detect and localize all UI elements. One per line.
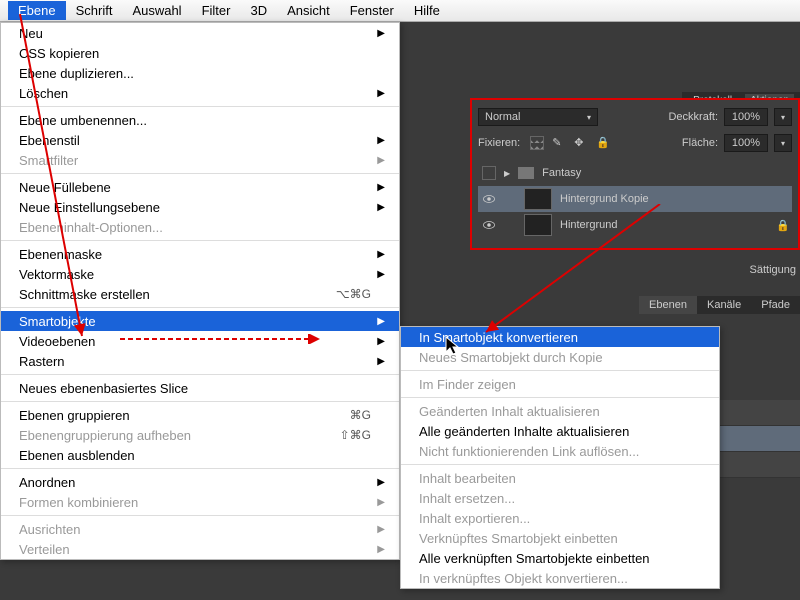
menu-item[interactable]: Smartobjekte▶	[1, 311, 399, 331]
submenu-arrow-icon: ▶	[377, 249, 385, 260]
dropdown-ebene: Neu▶CSS kopierenEbene duplizieren...Lösc…	[0, 22, 400, 560]
submenu-smartobjekte: In Smartobjekt konvertierenNeues Smartob…	[400, 326, 720, 589]
submenu-item: In verknüpftes Objekt konvertieren...	[401, 568, 719, 588]
menu-item: Formen kombinieren▶	[1, 492, 399, 512]
visibility-icon[interactable]	[482, 192, 496, 206]
menu-ebene[interactable]: Ebene	[8, 1, 66, 20]
submenu-item: Neues Smartobjekt durch Kopie	[401, 347, 719, 367]
tab-pfade[interactable]: Pfade	[751, 296, 800, 314]
menu-auswahl[interactable]: Auswahl	[122, 1, 191, 20]
layer-name: Hintergrund Kopie	[560, 193, 649, 205]
fill-label: Fläche:	[682, 137, 718, 149]
menu-item[interactable]: Neues ebenenbasiertes Slice	[1, 378, 399, 398]
layer-thumb	[524, 214, 552, 236]
tab-kanaele[interactable]: Kanäle	[697, 296, 751, 314]
submenu-arrow-icon: ▶	[377, 336, 385, 347]
submenu-item: Geänderten Inhalt aktualisieren	[401, 401, 719, 421]
menu-ansicht[interactable]: Ansicht	[277, 1, 340, 20]
menu-item: Ebenengruppierung aufheben⇧⌘G	[1, 425, 399, 445]
layer-group-row[interactable]: ▶ Fantasy	[478, 160, 792, 186]
submenu-arrow-icon: ▶	[377, 269, 385, 280]
menu-item[interactable]: Ebene duplizieren...	[1, 63, 399, 83]
menu-item[interactable]: Ebenenmaske▶	[1, 244, 399, 264]
menu-item[interactable]: Ebenenstil▶	[1, 130, 399, 150]
fill-dropdown[interactable]: ▾	[774, 134, 792, 152]
menu-item[interactable]: CSS kopieren	[1, 43, 399, 63]
menu-item[interactable]: Anordnen▶	[1, 472, 399, 492]
lock-label: Fixieren:	[478, 137, 520, 149]
submenu-item[interactable]: Alle geänderten Inhalte aktualisieren	[401, 421, 719, 441]
lock-transparent-icon[interactable]	[530, 136, 544, 150]
opacity-label: Deckkraft:	[668, 111, 718, 123]
submenu-arrow-icon: ▶	[377, 524, 385, 535]
visibility-icon[interactable]	[482, 218, 496, 232]
lock-icon: 🔒	[776, 219, 788, 232]
submenu-item: Inhalt exportieren...	[401, 508, 719, 528]
submenu-item[interactable]: In Smartobjekt konvertieren	[401, 327, 719, 347]
tabs-ebenen: Ebenen Kanäle Pfade	[639, 296, 800, 314]
submenu-arrow-icon: ▶	[377, 88, 385, 99]
menu-item[interactable]: Ebenen ausblenden	[1, 445, 399, 465]
menu-item[interactable]: Löschen▶	[1, 83, 399, 103]
menu-item[interactable]: Rastern▶	[1, 351, 399, 371]
submenu-item: Verknüpftes Smartobjekt einbetten	[401, 528, 719, 548]
menu-item[interactable]: Neue Einstellungsebene▶	[1, 197, 399, 217]
submenu-arrow-icon: ▶	[377, 316, 385, 327]
submenu-item[interactable]: Alle verknüpften Smartobjekte einbetten	[401, 548, 719, 568]
blend-mode-select[interactable]: Normal▾	[478, 108, 598, 126]
menu-item[interactable]: Ebenen gruppieren⌘G	[1, 405, 399, 425]
checkbox[interactable]	[482, 166, 496, 180]
menubar: Ebene Schrift Auswahl Filter 3D Ansicht …	[0, 0, 800, 22]
opacity-dropdown[interactable]: ▾	[774, 108, 792, 126]
menu-hilfe[interactable]: Hilfe	[404, 1, 450, 20]
lock-brush-icon[interactable]: ✎	[552, 136, 566, 150]
menu-item: Ebeneninhalt-Optionen...	[1, 217, 399, 237]
folder-icon	[518, 167, 534, 179]
submenu-arrow-icon: ▶	[377, 544, 385, 555]
submenu-item: Inhalt bearbeiten	[401, 468, 719, 488]
menu-filter[interactable]: Filter	[192, 1, 241, 20]
layer-row[interactable]: Hintergrund 🔒	[478, 212, 792, 238]
lock-all-icon[interactable]: 🔒	[596, 136, 610, 150]
layer-name: Hintergrund	[560, 219, 617, 231]
opacity-value[interactable]: 100%	[724, 108, 768, 126]
menu-item[interactable]: Schnittmaske erstellen⌥⌘G	[1, 284, 399, 304]
tab-ebenen[interactable]: Ebenen	[639, 296, 697, 314]
layer-row-selected[interactable]: Hintergrund Kopie	[478, 186, 792, 212]
menu-item[interactable]: Videoebenen▶	[1, 331, 399, 351]
submenu-arrow-icon: ▶	[377, 155, 385, 166]
submenu-item: Im Finder zeigen	[401, 374, 719, 394]
submenu-arrow-icon: ▶	[377, 28, 385, 39]
menu-3d[interactable]: 3D	[240, 1, 277, 20]
submenu-item: Nicht funktionierenden Link auflösen...	[401, 441, 719, 461]
group-name: Fantasy	[542, 167, 581, 179]
submenu-arrow-icon: ▶	[377, 182, 385, 193]
menu-item: Ausrichten▶	[1, 519, 399, 539]
menu-item: Smartfilter▶	[1, 150, 399, 170]
submenu-arrow-icon: ▶	[377, 135, 385, 146]
layers-panel: Normal▾ Deckkraft: 100% ▾ Fixieren: ✎ ✥ …	[470, 98, 800, 250]
submenu-arrow-icon: ▶	[377, 497, 385, 508]
layer-thumb	[524, 188, 552, 210]
disclosure-icon[interactable]: ▶	[504, 169, 510, 178]
menu-item[interactable]: Vektormaske▶	[1, 264, 399, 284]
submenu-arrow-icon: ▶	[377, 356, 385, 367]
menu-item[interactable]: Neu▶	[1, 23, 399, 43]
menu-item[interactable]: Neue Füllebene▶	[1, 177, 399, 197]
submenu-arrow-icon: ▶	[377, 477, 385, 488]
submenu-item: Inhalt ersetzen...	[401, 488, 719, 508]
fill-value[interactable]: 100%	[724, 134, 768, 152]
saturation-label: Sättigung	[750, 264, 796, 276]
submenu-arrow-icon: ▶	[377, 202, 385, 213]
menu-fenster[interactable]: Fenster	[340, 1, 404, 20]
lock-move-icon[interactable]: ✥	[574, 136, 588, 150]
menu-item[interactable]: Ebene umbenennen...	[1, 110, 399, 130]
menu-schrift[interactable]: Schrift	[66, 1, 123, 20]
menu-item: Verteilen▶	[1, 539, 399, 559]
